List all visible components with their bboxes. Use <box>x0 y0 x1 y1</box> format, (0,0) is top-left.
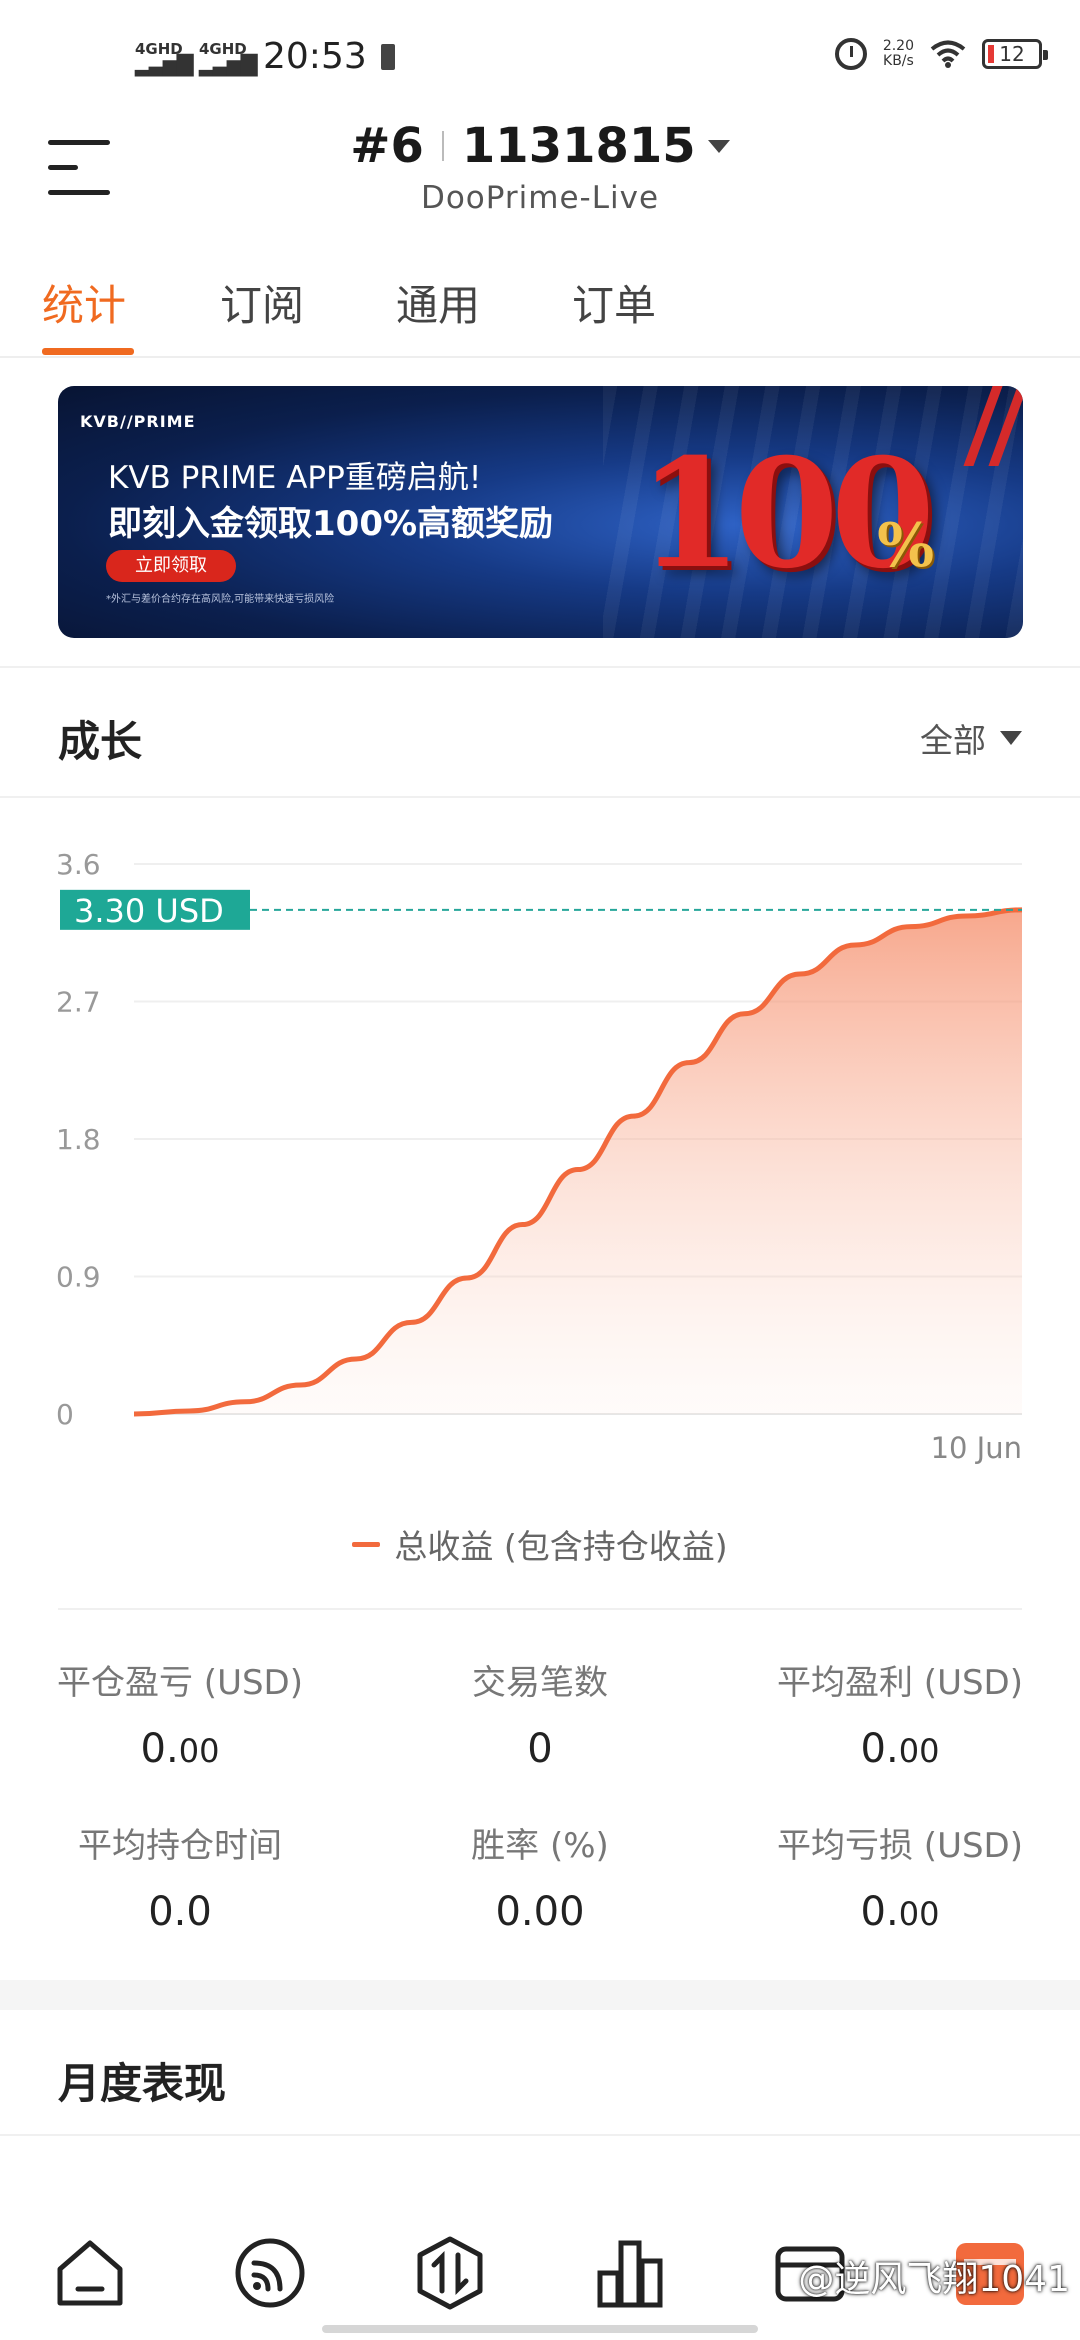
stat-value-dec: 00 <box>898 1732 940 1770</box>
legend-label: 总收益 (包含持仓收益) <box>394 1527 728 1566</box>
stat-value: 0.00 <box>360 1889 720 1935</box>
banner-subheadline: 即刻入金领取100%高额奖励 <box>108 504 554 544</box>
caret-down-icon <box>707 139 730 153</box>
battery-level: 12 <box>999 42 1025 66</box>
y-tick-label: 0.9 <box>56 1261 101 1294</box>
stat-value: 0.0 <box>0 1889 360 1935</box>
stat-value-int: 0. <box>140 1726 179 1772</box>
tab-general[interactable]: 通用 <box>396 272 480 333</box>
trade-icon[interactable] <box>410 2233 490 2313</box>
section-divider <box>0 796 1080 798</box>
stat-value: 0.00 <box>0 1726 360 1772</box>
section-divider <box>58 1608 1022 1610</box>
chart-bar-icon[interactable] <box>590 2233 670 2313</box>
stat-value-dec: 00 <box>898 1895 940 1933</box>
legend-swatch <box>352 1541 381 1547</box>
tab-subscriptions[interactable]: 订阅 <box>220 272 304 333</box>
account-id: 1131815 <box>461 118 696 174</box>
status-bar: 4GHD ▂▃▅▇ 4GHD ▂▃▅▇ 20:53 2.20 KB/s 12 <box>0 0 1080 110</box>
alarm-icon <box>834 38 867 70</box>
status-right: 2.20 KB/s 12 <box>834 38 1048 70</box>
signal-bars-icon: ▂▃▅▇ <box>135 51 194 77</box>
stat-value-int: 0. <box>860 1889 899 1935</box>
section-gap <box>0 1980 1080 2010</box>
y-tick-label: 2.7 <box>56 986 101 1019</box>
y-tick-label: 0 <box>56 1398 74 1431</box>
stat-label: 平仓盈亏 (USD) <box>57 1663 303 1703</box>
stat-label: 交易笔数 <box>472 1663 608 1703</box>
current-value-label: 3.30 USD <box>74 892 224 930</box>
stat-value: 0 <box>360 1726 720 1772</box>
stat-avg-loss: 平均亏损 (USD) 0.00 <box>720 1818 1080 1935</box>
stat-value: 0.00 <box>720 1726 1080 1772</box>
section-divider <box>0 2134 1080 2136</box>
sim-card-icon <box>380 43 395 70</box>
signal-icon[interactable] <box>230 2233 310 2313</box>
home-indicator[interactable] <box>322 2325 758 2333</box>
watermark: @逆风飞翔1041 <box>798 2259 1070 2300</box>
stat-win-rate: 胜率 (%) 0.00 <box>360 1818 720 1935</box>
stat-value-int: 0. <box>860 1726 899 1772</box>
period-filter-dropdown[interactable]: 全部 <box>920 714 1022 762</box>
account-number: #6 <box>350 118 424 174</box>
network-indicator-1: 4GHD ▂▃▅▇ <box>135 41 194 77</box>
growth-chart[interactable]: 3.6 2.7 1.8 0.9 0 3.30 USD 10 Jun <box>0 830 1080 1490</box>
y-tick-label: 3.6 <box>56 848 101 881</box>
wifi-icon <box>930 40 966 68</box>
x-axis-tick: 10 Jun <box>931 1431 1022 1465</box>
section-divider <box>0 666 1080 668</box>
network-indicator-2: 4GHD ▂▃▅▇ <box>199 41 258 77</box>
active-tab-indicator <box>42 348 134 355</box>
stat-label: 平均盈利 (USD) <box>777 1663 1023 1703</box>
battery-indicator: 12 <box>982 39 1048 69</box>
stat-value-int: 0.0 <box>148 1889 212 1935</box>
stat-label: 平均亏损 (USD) <box>777 1826 1023 1866</box>
growth-area-fill <box>134 909 1022 1414</box>
banner-disclaimer: *外汇与差价合约存在高风险,可能带来快速亏损风险 <box>106 594 335 605</box>
stat-value-int: 0 <box>527 1726 553 1772</box>
growth-title: 成长 <box>58 717 143 766</box>
home-icon[interactable] <box>50 2233 130 2313</box>
banner-percent-sign: % <box>877 511 935 581</box>
stat-avg-hold-time: 平均持仓时间 0.0 <box>0 1818 360 1935</box>
banner-headline: KVB PRIME APP重磅启航! <box>108 460 482 496</box>
stat-value-int: 0.00 <box>495 1889 585 1935</box>
speed-value: 2.20 <box>882 38 914 54</box>
period-filter-label: 全部 <box>920 721 986 760</box>
tab-bar: 统计 订阅 通用 订单 <box>0 268 1080 358</box>
stat-trade-count: 交易笔数 0 <box>360 1655 720 1772</box>
status-left: 4GHD ▂▃▅▇ 4GHD ▂▃▅▇ 20:53 <box>135 36 395 77</box>
separator <box>441 131 444 161</box>
banner-logo: KVB//PRIME <box>80 412 196 431</box>
network-speed: 2.20 KB/s <box>883 39 914 69</box>
clock: 20:53 <box>263 36 367 77</box>
monthly-performance-title: 月度表现 <box>58 2059 227 2108</box>
account-selector[interactable]: #6 1131815 DooPrime-Live <box>0 118 1080 216</box>
caret-down-icon <box>1000 731 1022 745</box>
speed-unit: KB/s <box>883 53 914 69</box>
y-tick-label: 1.8 <box>56 1123 101 1156</box>
y-axis-ticks: 3.6 2.7 1.8 0.9 0 <box>56 848 101 1431</box>
signal-bars-icon: ▂▃▅▇ <box>199 51 258 77</box>
stat-value: 0.00 <box>720 1889 1080 1935</box>
server-name: DooPrime-Live <box>420 180 660 216</box>
tab-orders[interactable]: 订单 <box>572 272 656 333</box>
tab-statistics[interactable]: 统计 <box>42 272 126 333</box>
banner-100-percent-graphic: 100% <box>638 426 935 602</box>
stat-label: 胜率 (%) <box>471 1826 609 1866</box>
chart-legend[interactable]: 总收益 (包含持仓收益) <box>0 1520 1080 1568</box>
stat-closed-pnl: 平仓盈亏 (USD) 0.00 <box>0 1655 360 1772</box>
promo-banner[interactable]: KVB//PRIME KVB PRIME APP重磅启航! 即刻入金领取100%… <box>58 386 1023 638</box>
stat-value-dec: 00 <box>178 1732 220 1770</box>
stat-avg-profit: 平均盈利 (USD) 0.00 <box>720 1655 1080 1772</box>
banner-cta-button[interactable]: 立即领取 <box>106 550 236 582</box>
stat-label: 平均持仓时间 <box>78 1826 282 1866</box>
